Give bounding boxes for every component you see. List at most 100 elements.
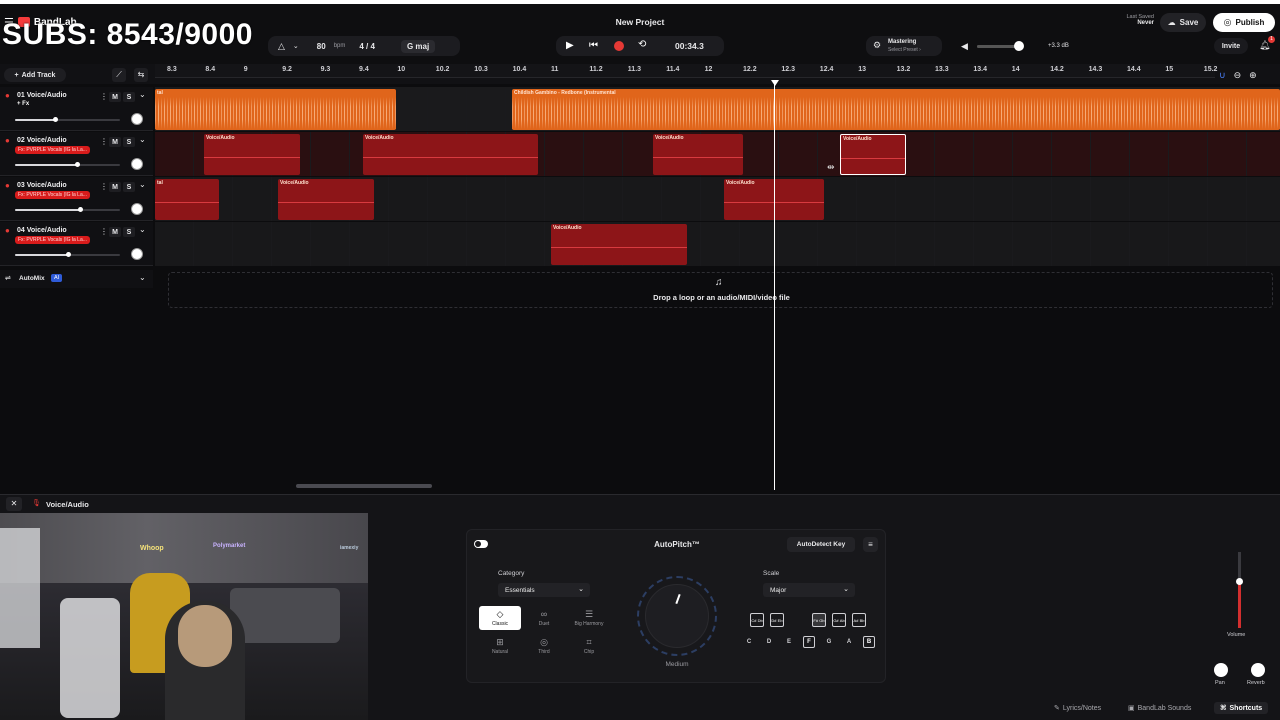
shortcuts-button[interactable]: ⌘ Shortcuts [1214, 702, 1269, 714]
solo-button[interactable]: S [123, 227, 135, 237]
audio-clip[interactable]: Voice/Audio [653, 134, 743, 175]
track-header-1[interactable]: ● 01 Voice/Audio ⋮ M S ⌄ + Fx [0, 87, 153, 131]
track-pan-knob[interactable] [131, 158, 143, 170]
chevron-down-icon[interactable]: ⌄ [139, 135, 146, 144]
track-volume-knob[interactable] [65, 252, 71, 257]
mute-button[interactable]: M [109, 227, 121, 237]
sharp-key[interactable]: C# Db [750, 613, 764, 627]
sharp-key[interactable]: A# Bb [852, 613, 866, 627]
record-arm-icon[interactable]: ● [5, 136, 11, 145]
sharp-key[interactable]: F# Gb [812, 613, 826, 627]
skip-back-icon[interactable]: ⏮ [589, 40, 598, 51]
track-name[interactable]: 01 Voice/Audio [17, 92, 67, 99]
bandlab-sounds-button[interactable]: ▣ BandLab Sounds [1128, 704, 1191, 713]
more-icon[interactable]: ⋮ [100, 92, 108, 101]
automation-icon[interactable]: ⟋ [112, 68, 126, 82]
audio-clip[interactable]: Voice/Audio [204, 134, 300, 175]
lyrics-notes-button[interactable]: ✎ Lyrics/Notes [1054, 704, 1101, 713]
style-big-harmony[interactable]: ☰ Big Harmony [568, 606, 610, 630]
natural-key[interactable]: F [803, 636, 815, 648]
tempo-value[interactable]: 80 [317, 42, 326, 51]
track-pan-knob[interactable] [131, 248, 143, 260]
reverb-knob[interactable] [1251, 663, 1265, 677]
audio-clip[interactable]: Voice/Audio [363, 134, 538, 175]
fx-preset-badge[interactable]: Fx: PVRPLE Vocals (IG la La... [15, 146, 90, 154]
chevron-down-icon[interactable]: ⌄ [139, 90, 146, 99]
more-icon[interactable]: ⋮ [100, 227, 108, 236]
natural-key[interactable]: C [743, 636, 755, 648]
category-select[interactable]: Essentials ⌄ [498, 583, 590, 597]
style-natural[interactable]: ⊞ Natural [479, 634, 521, 658]
audio-clip[interactable]: Childish Gambino - Redbone (Instrumental [512, 89, 1280, 130]
add-track-button[interactable]: + Add Track [4, 68, 66, 82]
master-volume-knob[interactable] [1014, 41, 1024, 51]
mute-button[interactable]: M [109, 182, 121, 192]
style-duet[interactable]: ∞ Duet [523, 606, 565, 630]
track-settings-icon[interactable]: ⇆ [134, 68, 148, 82]
automix-row[interactable]: ⇌ AutoMix AI ⌄ [0, 270, 153, 288]
track-volume-knob[interactable] [74, 162, 80, 167]
magnet-icon[interactable]: ∪ [1219, 70, 1226, 81]
close-icon[interactable]: ✕ [6, 497, 22, 511]
save-button[interactable]: ☁ Save [1160, 13, 1206, 32]
time-signature[interactable]: 4 / 4 [359, 42, 375, 51]
amount-knob[interactable] [637, 576, 717, 656]
fx-preset-badge[interactable]: Fx: PVRPLE Vocals (IG la La... [15, 236, 90, 244]
record-arm-icon[interactable]: ● [5, 226, 11, 235]
track-lane-4[interactable]: Voice/Audio [155, 222, 1280, 266]
pan-knob[interactable] [1214, 663, 1228, 677]
output-volume-meter[interactable] [1236, 552, 1243, 628]
track-lane-3[interactable]: tal Voice/Audio Voice/Audio [155, 177, 1280, 221]
more-icon[interactable]: ⋮ [100, 137, 108, 146]
loop-icon[interactable]: ⟲ [638, 39, 646, 50]
track-name[interactable]: 03 Voice/Audio [17, 182, 67, 189]
scale-select[interactable]: Major ⌄ [763, 583, 855, 597]
autodetect-key-button[interactable]: AutoDetect Key [787, 537, 855, 552]
track-pan-knob[interactable] [131, 203, 143, 215]
solo-button[interactable]: S [123, 92, 135, 102]
chevron-down-icon[interactable]: ⌄ [139, 273, 146, 282]
track-header-2[interactable]: ● 02 Voice/Audio ⋮ M S ⌄ Fx: PVRPLE Voca… [0, 132, 153, 176]
record-arm-icon[interactable]: ● [5, 91, 11, 100]
mute-button[interactable]: M [109, 137, 121, 147]
more-icon[interactable]: ⋮ [100, 182, 108, 191]
natural-key[interactable]: B [863, 636, 875, 648]
track-volume-slider[interactable] [15, 207, 120, 212]
track-pan-knob[interactable] [131, 113, 143, 125]
chevron-down-icon[interactable]: ⌄ [139, 180, 146, 189]
record-icon[interactable] [614, 41, 624, 51]
audio-clip[interactable]: Voice/Audio [551, 224, 687, 265]
timeline-ruler[interactable]: 8.3 8.4 9 9.2 9.3 9.4 10 10.2 10.3 10.4 11 11.2 11.3… [155, 64, 1217, 78]
track-lane-1[interactable]: tal Childish Gambino - Redbone (Instrume… [155, 87, 1280, 131]
record-arm-icon[interactable]: ● [5, 181, 11, 190]
track-volume-slider[interactable] [15, 162, 120, 167]
natural-key[interactable]: G [823, 636, 835, 648]
play-icon[interactable]: ▶ [566, 40, 574, 51]
publish-button[interactable]: ◎ Publish [1213, 13, 1275, 32]
chevron-down-icon[interactable]: ⌄ [139, 225, 146, 234]
sharp-key[interactable]: G# Ab [832, 613, 846, 627]
project-title[interactable]: New Project [0, 17, 1280, 27]
style-classic[interactable]: ◇ Classic [479, 606, 521, 630]
solo-button[interactable]: S [123, 137, 135, 147]
natural-key[interactable]: E [783, 636, 795, 648]
natural-key[interactable]: D [763, 636, 775, 648]
output-volume-knob[interactable] [1236, 578, 1243, 585]
track-name[interactable]: 04 Voice/Audio [17, 227, 67, 234]
invite-button[interactable]: Invite [1214, 38, 1248, 54]
style-third[interactable]: ◎ Third [523, 634, 565, 658]
mute-button[interactable]: M [109, 92, 121, 102]
speaker-icon[interactable]: ◀ [961, 41, 968, 52]
audio-clip[interactable]: Voice/Audio [278, 179, 374, 220]
track-header-3[interactable]: ● 03 Voice/Audio ⋮ M S ⌄ Fx: PVRPLE Voca… [0, 177, 153, 221]
zoom-out-icon[interactable]: ⊖ [1234, 70, 1242, 81]
key-signature[interactable]: G maj [400, 39, 436, 53]
track-name[interactable]: 02 Voice/Audio [17, 137, 67, 144]
selected-audio-clip[interactable]: Voice/Audio [840, 134, 906, 175]
playhead[interactable] [774, 80, 775, 490]
track-volume-slider[interactable] [15, 252, 120, 257]
horizontal-scrollbar[interactable] [296, 484, 432, 488]
add-fx-button[interactable]: + Fx [17, 101, 29, 107]
track-volume-slider[interactable] [15, 117, 120, 122]
natural-key[interactable]: A [843, 636, 855, 648]
